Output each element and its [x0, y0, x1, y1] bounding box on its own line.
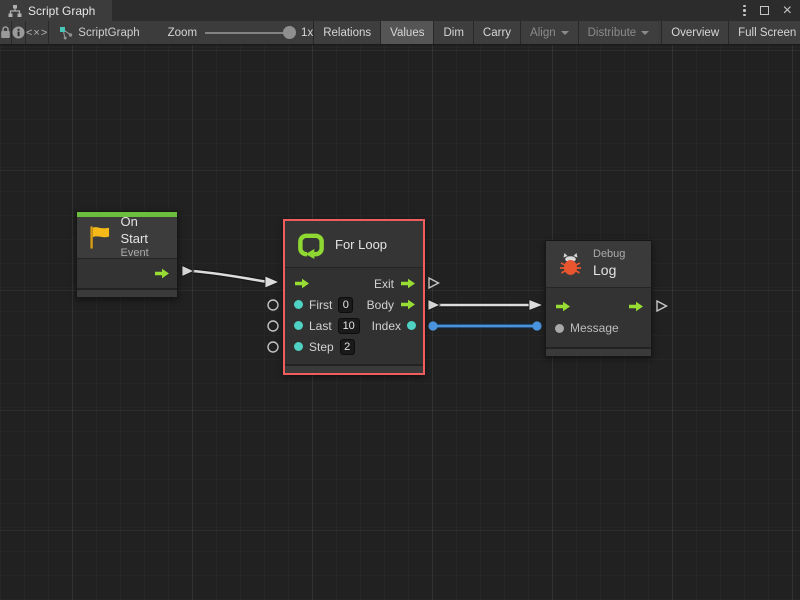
first-value-port[interactable] [294, 300, 303, 309]
debug-exit-unconnected-triangle[interactable] [657, 301, 667, 311]
tab-title: Script Graph [28, 4, 95, 18]
flow-output-port[interactable] [154, 268, 170, 279]
row-last-index: Last Index [285, 315, 423, 336]
body-flow-port[interactable] [400, 299, 416, 310]
zoom-slider-knob[interactable] [283, 26, 296, 39]
node-title: For Loop [335, 237, 387, 252]
overview-button[interactable]: Overview [661, 21, 728, 44]
last-value-port[interactable] [294, 321, 303, 330]
step-unconnected-circle[interactable] [268, 342, 278, 352]
step-value-port[interactable] [294, 342, 303, 351]
graph-canvas[interactable]: On Start Event For Loop [0, 45, 800, 600]
info-icon [12, 26, 25, 39]
message-port-label: Message [570, 321, 619, 335]
row-enter-exit: Exit [285, 273, 423, 294]
node-on-start[interactable]: On Start Event [76, 211, 178, 298]
first-port-label: First [309, 298, 332, 312]
node-for-loop[interactable]: For Loop Exit First [283, 219, 425, 375]
close-icon[interactable]: × [783, 3, 792, 19]
node-title: On Start [121, 214, 169, 247]
graph-name-label: ScriptGraph [59, 21, 139, 44]
first-unconnected-circle[interactable] [268, 300, 278, 310]
title-bar: Script Graph × [0, 0, 800, 21]
values-button[interactable]: Values [380, 21, 433, 44]
flag-icon [86, 224, 112, 251]
distribute-button[interactable]: Distribute [578, 21, 659, 44]
body-port-label: Body [367, 298, 394, 312]
exit-port-label: Exit [374, 277, 394, 291]
last-port-label: Last [309, 319, 332, 333]
connection-forloop-debuglog[interactable] [428, 300, 543, 311]
network-graph-icon [59, 26, 73, 40]
node-category: Debug [593, 248, 625, 262]
carry-button[interactable]: Carry [473, 21, 520, 44]
relations-button[interactable]: Relations [313, 21, 380, 44]
last-value-input[interactable] [338, 318, 360, 334]
index-value-port[interactable] [407, 321, 416, 330]
node-footer [285, 364, 423, 373]
lock-button[interactable] [0, 21, 12, 44]
zoom-value: 1x [301, 27, 313, 39]
row-first-body: First Body [285, 294, 423, 315]
lock-icon [0, 26, 11, 39]
full-screen-button[interactable]: Full Screen [728, 21, 800, 44]
code-toggle-button[interactable]: <×> [26, 21, 49, 44]
node-footer [77, 288, 177, 297]
last-unconnected-circle[interactable] [268, 321, 278, 331]
exit-unconnected-triangle[interactable] [429, 278, 439, 288]
bug-icon [557, 250, 584, 278]
align-button[interactable]: Align [520, 21, 578, 44]
maximize-icon[interactable] [760, 6, 769, 15]
message-value-port[interactable] [555, 324, 564, 333]
first-value-input[interactable] [338, 297, 353, 313]
graph-name: ScriptGraph [78, 27, 139, 39]
chevron-down-icon [561, 31, 569, 35]
connection-index-message[interactable] [428, 321, 541, 330]
connection-onstart-forloop[interactable] [182, 266, 279, 289]
window-menu-icon[interactable] [743, 5, 746, 17]
step-value-input[interactable] [340, 339, 355, 355]
exit-flow-port[interactable] [400, 278, 416, 289]
flow-input-port[interactable] [555, 301, 571, 312]
tab-script-graph[interactable]: Script Graph [0, 0, 112, 21]
node-subtitle: Event [121, 247, 169, 261]
flow-output-port[interactable] [628, 301, 644, 312]
row-enter-exit [546, 295, 651, 317]
row-message: Message [546, 317, 651, 339]
node-title: Log [593, 262, 625, 280]
loop-icon [296, 230, 326, 259]
flow-input-port[interactable] [294, 278, 310, 289]
row-step: Step [285, 336, 423, 357]
graph-hierarchy-icon [8, 5, 22, 17]
dim-button[interactable]: Dim [433, 21, 472, 44]
zoom-label: Zoom [168, 27, 197, 39]
chevron-down-icon [641, 31, 649, 35]
step-port-label: Step [309, 340, 334, 354]
graph-toolbar: <×> ScriptGraph Zoom 1x Relations Values… [0, 21, 800, 45]
zoom-slider[interactable] [205, 32, 293, 34]
index-port-label: Index [372, 319, 401, 333]
node-footer [546, 347, 651, 356]
info-button[interactable] [12, 21, 26, 44]
node-debug-log[interactable]: Debug Log Message [545, 240, 652, 357]
